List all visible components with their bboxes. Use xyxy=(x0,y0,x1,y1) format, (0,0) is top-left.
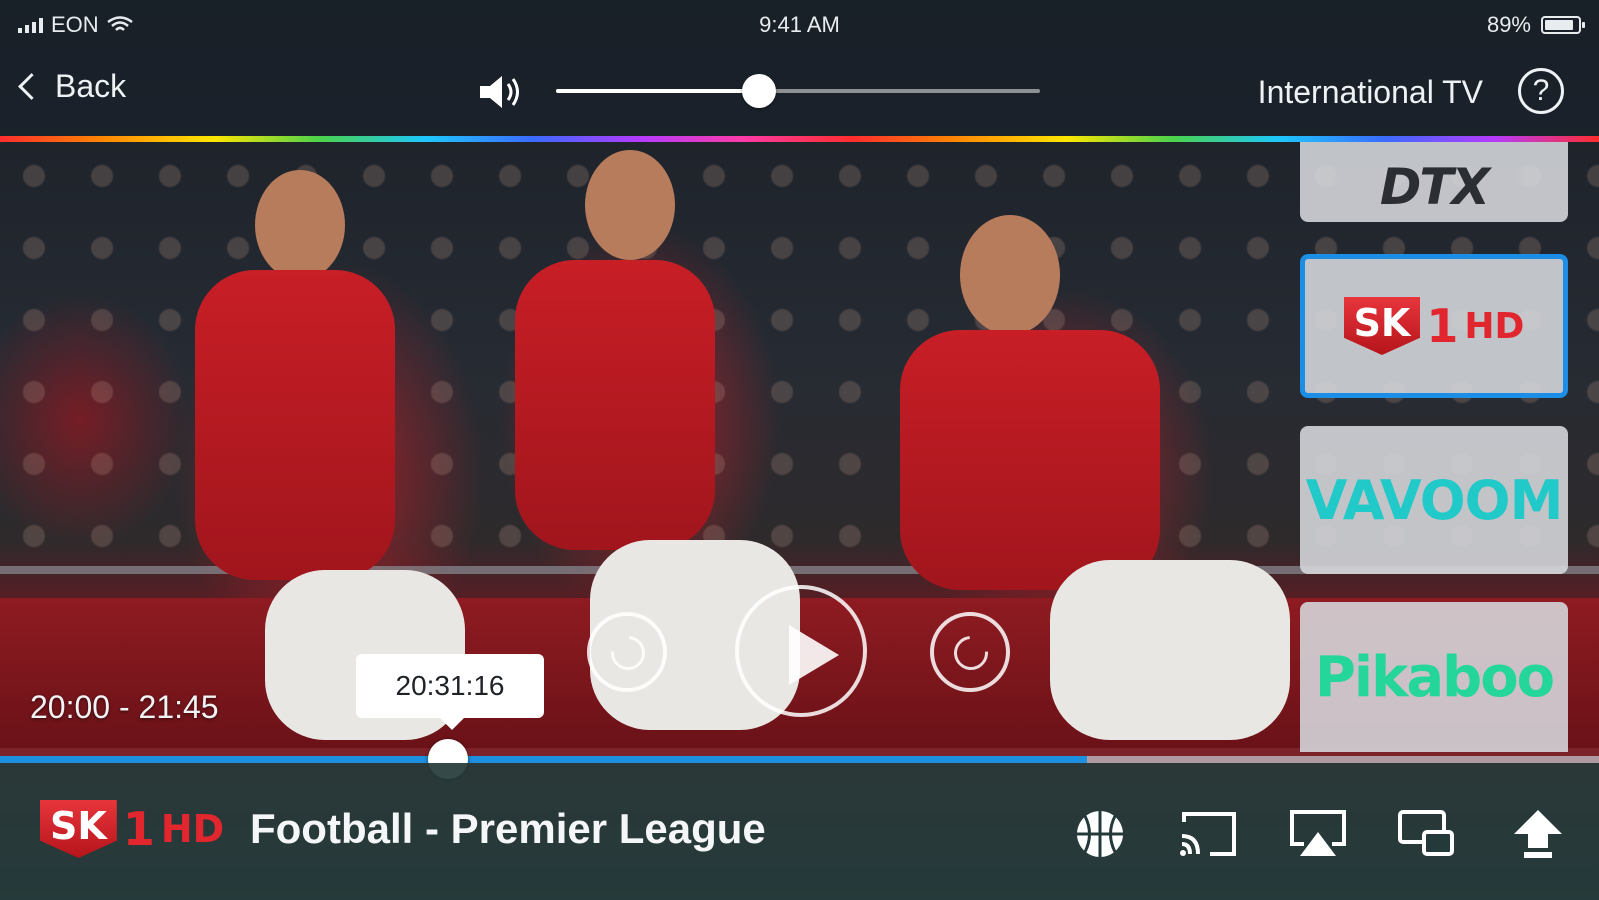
volume-slider-knob[interactable] xyxy=(742,74,777,108)
multiscreen-icon[interactable] xyxy=(1396,808,1456,860)
sk1-hd-logo: SK 1 HD xyxy=(1343,297,1525,355)
volume-slider-fill xyxy=(556,89,760,93)
status-bar: EON 9:41 AM 89% xyxy=(0,0,1599,48)
channel-logo: SK 1 HD xyxy=(40,800,224,858)
channel-list[interactable]: DTX SK 1 HD VAVOOM Pikaboo xyxy=(1300,142,1570,752)
volume-slider[interactable] xyxy=(556,74,1040,108)
chevron-left-icon xyxy=(18,73,45,100)
help-button[interactable]: ? xyxy=(1518,68,1564,114)
program-time-range: 20:00 - 21:45 xyxy=(30,689,219,725)
player-shirt-left xyxy=(195,270,395,580)
sk-number: 1 xyxy=(1426,299,1459,353)
player-shorts-right xyxy=(1050,560,1290,740)
video-stage[interactable]: EON 9:41 AM 89% Back International TV ? … xyxy=(0,0,1599,900)
forward-icon xyxy=(947,629,995,677)
forward-button[interactable] xyxy=(930,612,1010,692)
sk-shield: SK xyxy=(1343,297,1421,355)
airplay-icon[interactable] xyxy=(1288,808,1348,860)
sk-number: 1 xyxy=(122,802,155,856)
back-button[interactable]: Back xyxy=(18,68,127,105)
back-label: Back xyxy=(55,68,127,104)
rewind-icon xyxy=(604,629,652,677)
channel-item-dtx[interactable]: DTX xyxy=(1300,142,1568,222)
channel-item-vavoom[interactable]: VAVOOM xyxy=(1300,426,1568,574)
progress-bar[interactable] xyxy=(0,739,1599,779)
share-icon[interactable] xyxy=(1508,808,1568,860)
section-title: International TV xyxy=(1257,74,1483,110)
program-title: Football - Premier League xyxy=(250,805,766,852)
status-time: 9:41 AM xyxy=(759,12,840,37)
sk-shield: SK xyxy=(40,800,117,858)
progress-buffered xyxy=(0,756,1088,763)
bottom-bar xyxy=(0,763,1599,900)
rewind-button[interactable] xyxy=(587,612,667,692)
channel-item-pikaboo[interactable]: Pikaboo xyxy=(1300,602,1568,752)
play-button[interactable] xyxy=(735,585,867,717)
play-icon xyxy=(789,625,839,685)
sk-hd: HD xyxy=(1464,305,1525,347)
sport-category-icon[interactable] xyxy=(1070,808,1130,860)
dtx-logo: DTX xyxy=(1379,158,1490,216)
player-head-right xyxy=(960,215,1060,335)
battery-icon xyxy=(1541,16,1585,34)
pikaboo-logo: Pikaboo xyxy=(1314,644,1555,710)
volume-icon[interactable] xyxy=(476,72,526,112)
battery-info: 89% xyxy=(1486,12,1585,38)
cast-icon[interactable] xyxy=(1178,808,1238,860)
player-head-center xyxy=(585,150,675,260)
player-shirt-right xyxy=(900,330,1160,590)
sk-hd: HD xyxy=(160,807,225,851)
battery-percent: 89% xyxy=(1486,12,1531,37)
channel-item-sk1-hd[interactable]: SK 1 HD xyxy=(1300,254,1568,398)
vavoom-logo: VAVOOM xyxy=(1305,468,1564,532)
player-shirt-center xyxy=(515,260,715,550)
scrub-time-tooltip: 20:31:16 xyxy=(356,654,544,730)
player-head-left xyxy=(255,170,345,280)
